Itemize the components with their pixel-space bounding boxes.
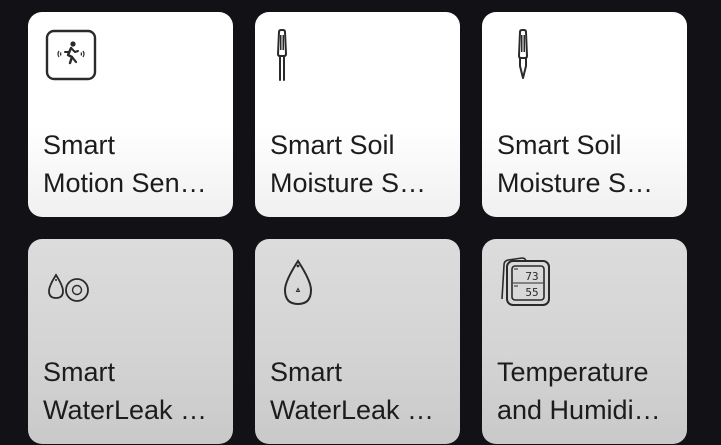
device-name-line2: Moisture S… — [497, 168, 654, 198]
device-name-line1: Temperature — [497, 357, 649, 387]
device-card-water-leak-1[interactable]: Smart WaterLeak … — [28, 239, 233, 444]
device-name-line2: Motion Sen… — [43, 168, 207, 198]
device-grid: Smart Motion Sen… Smart Soil Moisture S… — [28, 12, 688, 445]
device-name-line1: Smart Soil — [270, 130, 395, 160]
device-name: Smart Motion Sen… — [43, 126, 223, 202]
device-name: Smart Soil Moisture S… — [497, 126, 677, 202]
thermo-hygrometer-icon: 73 55 — [501, 257, 550, 306]
device-name-line2: WaterLeak … — [270, 395, 435, 425]
device-name-line2: and Humidi… — [497, 395, 661, 425]
device-name-line2: WaterLeak … — [43, 395, 208, 425]
device-name: Temperature and Humidi… — [497, 353, 677, 429]
device-name-line1: Smart — [43, 357, 116, 387]
device-card-motion-sensor[interactable]: Smart Motion Sen… — [28, 12, 233, 217]
thermo-display-bottom: 55 — [525, 286, 538, 299]
device-card-soil-moisture-1[interactable]: Smart Soil Moisture S… — [255, 12, 460, 217]
device-name: Smart Soil Moisture S… — [270, 126, 450, 202]
motion-sensor-icon — [45, 29, 97, 81]
device-name-line2: Moisture S… — [270, 168, 427, 198]
device-name-line1: Smart — [270, 357, 343, 387]
device-card-water-leak-2[interactable]: Smart WaterLeak … — [255, 239, 460, 444]
device-card-soil-moisture-2[interactable]: Smart Soil Moisture S… — [482, 12, 687, 217]
device-name: Smart WaterLeak … — [270, 353, 450, 429]
soil-probe-icon — [517, 29, 529, 79]
device-name-line1: Smart — [43, 130, 116, 160]
water-leak-sensor-icon — [48, 273, 89, 302]
device-card-temperature-humidity[interactable]: 73 55 Temperature and Humidi… — [482, 239, 687, 444]
water-drop-sensor-icon — [283, 259, 313, 306]
device-name-line1: Smart Soil — [497, 130, 622, 160]
thermo-display-top: 73 — [525, 270, 538, 283]
soil-probe-icon — [276, 29, 288, 81]
device-name: Smart WaterLeak … — [43, 353, 223, 429]
